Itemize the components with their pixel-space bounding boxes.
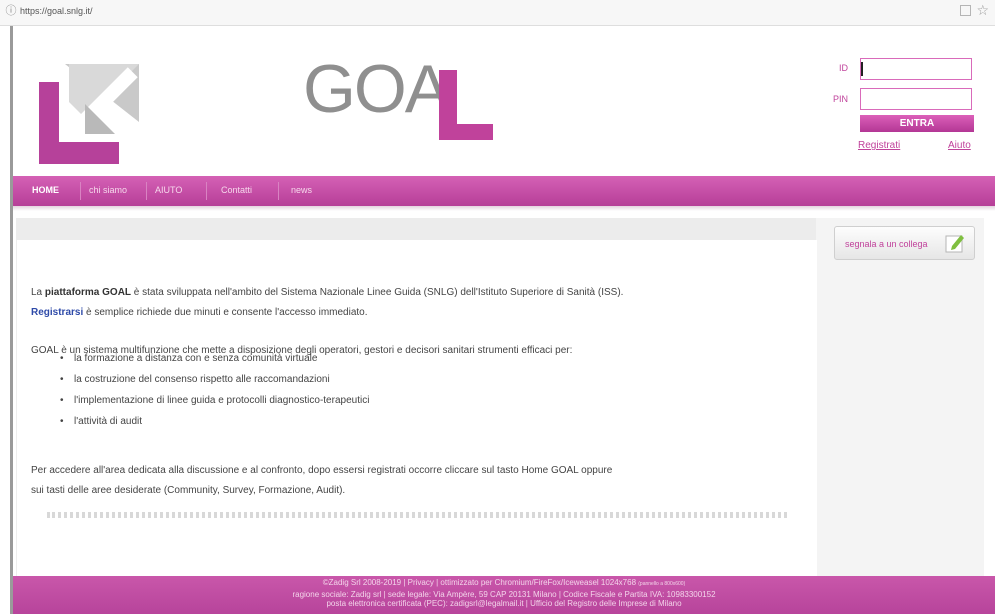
- nav-aiuto[interactable]: AIUTO: [155, 185, 182, 195]
- intro-post: è stata sviluppata nell'ambito del Siste…: [131, 287, 624, 298]
- bookmark-icon[interactable]: [960, 5, 971, 16]
- list-item: • la costruzione del consenso rispetto al…: [60, 373, 369, 394]
- id-label: ID: [839, 63, 848, 73]
- list-item: • l'implementazione di linee guida e prot…: [60, 394, 369, 415]
- dotted-divider: [47, 512, 787, 518]
- text-cursor: [861, 62, 863, 76]
- id-input[interactable]: [860, 58, 972, 80]
- browser-address-bar: ⓘ https://goal.snlg.it/ ☆: [0, 0, 995, 26]
- registrarsi-link[interactable]: Registrarsi: [31, 307, 83, 318]
- nav-contatti[interactable]: Contatti: [221, 185, 252, 195]
- features-list: • la formazione a distanza con e senza co…: [60, 352, 369, 436]
- nav-shadow: [13, 206, 995, 211]
- nav-chi-siamo[interactable]: chi siamo: [89, 185, 127, 195]
- list-item-text: la costruzione del consenso rispetto all…: [74, 374, 330, 385]
- footer-line-1-main: ©Zadig Srl 2008-2019 | Privacy | ottimiz…: [322, 578, 637, 587]
- intro-paragraph: La piattaforma GOAL è stata sviluppata n…: [31, 286, 623, 300]
- pin-label: PIN: [832, 94, 848, 104]
- nav-divider: [80, 182, 81, 200]
- login-submit-button[interactable]: ENTRA: [860, 115, 974, 132]
- list-item-text: la formazione a distanza con e senza com…: [74, 353, 318, 364]
- intro-strong: piattaforma GOAL: [44, 287, 132, 298]
- list-item-text: l'attività di audit: [74, 416, 143, 427]
- closing-line-1: Per accedere all'area dedicata alla disc…: [31, 465, 613, 476]
- register-post: è semplice richiede due minuti e consent…: [83, 307, 368, 318]
- closing-line-2: sui tasti delle aree desiderate (Communi…: [31, 485, 346, 496]
- share-colleague-button[interactable]: segnala a un collega: [834, 226, 975, 260]
- bullet-icon: •: [60, 353, 64, 364]
- bullet-icon: •: [60, 374, 64, 385]
- list-item-text: l'implementazione di linee guida e proto…: [74, 395, 370, 406]
- goal-logo: GOA: [303, 42, 503, 152]
- nav-divider: [278, 182, 279, 200]
- logo-arrow-icon: [39, 64, 139, 164]
- register-paragraph: Registrarsi è semplice richiede due minu…: [31, 306, 368, 320]
- register-link[interactable]: Registrati: [858, 140, 900, 151]
- footer-line-1-small: (pannello a 800x600): [638, 581, 686, 587]
- footer-line-2: ragione sociale: Zadig srl | sede legale…: [292, 589, 716, 599]
- nav-home[interactable]: HOME: [32, 185, 59, 195]
- edit-icon: [945, 235, 964, 253]
- star-icon[interactable]: ☆: [976, 2, 989, 19]
- intro-pre: La: [31, 287, 45, 298]
- footer-line-3: posta elettronica certificata (PEC): zad…: [326, 599, 682, 608]
- nav-news[interactable]: news: [291, 185, 312, 195]
- main-nav: HOME chi siamo AIUTO Contatti news: [13, 176, 995, 206]
- site-footer: ©Zadig Srl 2008-2019 | Privacy | ottimiz…: [13, 576, 995, 614]
- info-icon[interactable]: ⓘ: [5, 5, 17, 17]
- nav-divider: [206, 182, 207, 200]
- goal-logo-text: GOA: [303, 51, 450, 127]
- bullet-icon: •: [60, 395, 64, 406]
- share-label: segnala a un collega: [845, 239, 928, 249]
- pin-input[interactable]: [860, 88, 972, 110]
- address-url[interactable]: https://goal.snlg.it/: [20, 6, 93, 16]
- help-link[interactable]: Aiuto: [948, 140, 971, 151]
- goal-logo-l-icon: [439, 70, 493, 140]
- list-item: • la formazione a distanza con e senza co…: [60, 352, 369, 373]
- bullet-icon: •: [60, 416, 64, 427]
- content-top-strip: [16, 218, 816, 240]
- footer-line-1: ©Zadig Srl 2008-2019 | Privacy | ottimiz…: [13, 576, 995, 590]
- nav-divider: [146, 182, 147, 200]
- list-item: • l'attività di audit: [60, 415, 369, 436]
